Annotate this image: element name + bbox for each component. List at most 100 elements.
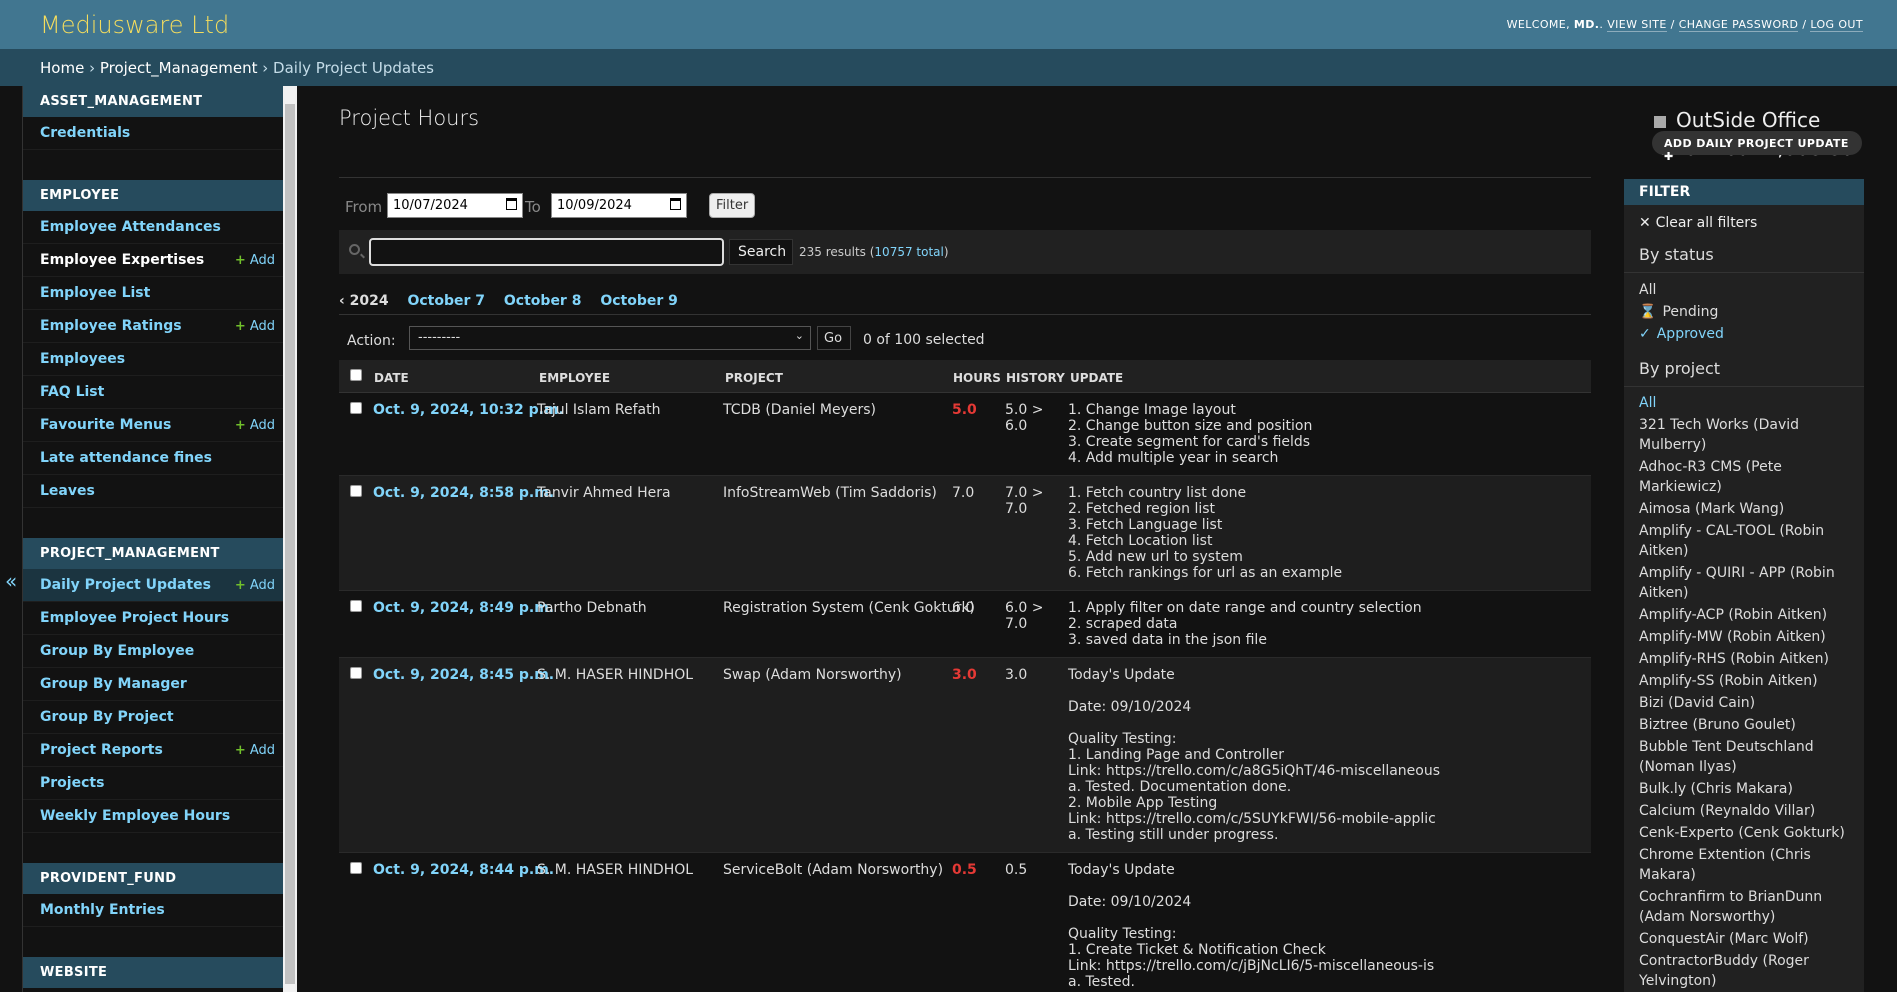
sidebar-item-label[interactable]: Group By Employee: [40, 643, 194, 659]
project-filter-item[interactable]: Chrome Extention (Chris Makara): [1639, 845, 1849, 885]
project-filter-item[interactable]: Aimosa (Mark Wang): [1639, 499, 1849, 519]
select-all-checkbox[interactable]: [350, 369, 362, 381]
go-button[interactable]: Go: [817, 326, 851, 350]
date-hierarchy-day[interactable]: October 8: [504, 293, 582, 309]
sidebar-item-label[interactable]: Employees: [40, 351, 125, 367]
view-site-link[interactable]: VIEW SITE: [1607, 18, 1667, 32]
project-filter-item[interactable]: Adhoc-R3 CMS (Pete Markiewicz): [1639, 457, 1849, 497]
outside-office-checkbox[interactable]: [1654, 115, 1666, 128]
sidebar-item-label[interactable]: Daily Project Updates: [40, 577, 211, 593]
sidebar-item-leaves[interactable]: Leaves: [23, 475, 283, 508]
row-date-link[interactable]: Oct. 9, 2024, 8:58 p.m.: [373, 485, 554, 501]
outside-office-toggle[interactable]: OutSide Office: [1654, 108, 1820, 132]
nav-module-caption[interactable]: ASSET_MANAGEMENT: [23, 86, 283, 117]
column-header-date[interactable]: DATE: [374, 371, 409, 385]
project-filter-item[interactable]: Bizi (David Cain): [1639, 693, 1849, 713]
date-hierarchy-day[interactable]: October 9: [600, 293, 678, 309]
sidebar-item-label[interactable]: Employee Expertises: [40, 252, 204, 268]
search-button[interactable]: Search: [729, 239, 793, 265]
sidebar-item-monthly-entries[interactable]: Monthly Entries: [23, 894, 283, 927]
sidebar-item-label[interactable]: Employee Attendances: [40, 219, 221, 235]
calendar-icon[interactable]: [506, 198, 517, 210]
sidebar-scrollbar[interactable]: [283, 86, 297, 992]
breadcrumb-app[interactable]: Project_Management: [100, 59, 258, 77]
sidebar-item-label[interactable]: Employee List: [40, 285, 150, 301]
log-out-link[interactable]: LOG OUT: [1810, 18, 1863, 32]
nav-sidebar-toggle[interactable]: «: [0, 86, 23, 992]
project-filter-item[interactable]: ConquestAir (Marc Wolf): [1639, 929, 1849, 949]
project-filter-item[interactable]: Amplify-RHS (Robin Aitken): [1639, 649, 1849, 669]
sidebar-item-employee-ratings[interactable]: Employee Ratings Add: [23, 310, 283, 343]
nav-module-caption[interactable]: PROVIDENT_FUND: [23, 863, 283, 894]
project-filter-item[interactable]: Bubble Tent Deutschland (Noman Ilyas): [1639, 737, 1849, 777]
total-count-link[interactable]: 10757 total: [874, 245, 943, 259]
nav-module-caption[interactable]: EMPLOYEE: [23, 180, 283, 211]
project-filter-item[interactable]: Cochranfirm to BrianDunn (Adam Norsworth…: [1639, 887, 1849, 927]
from-date-input[interactable]: 10/07/2024: [387, 193, 523, 218]
project-filter-item[interactable]: ContractorBuddy (Roger Yelvington): [1639, 951, 1849, 991]
sidebar-item-employee-attendances[interactable]: Employee Attendances: [23, 211, 283, 244]
sidebar-item-label[interactable]: Projects: [40, 775, 104, 791]
add-link[interactable]: Add: [235, 578, 275, 593]
row-checkbox[interactable]: [350, 862, 362, 874]
row-date-link[interactable]: Oct. 9, 2024, 8:45 p.m.: [373, 667, 554, 683]
sidebar-item-employees[interactable]: Employees: [23, 343, 283, 376]
sidebar-item-project-reports[interactable]: Project Reports Add: [23, 734, 283, 767]
project-filter-item[interactable]: Amplify - QUIRI - APP (Robin Aitken): [1639, 563, 1849, 603]
sidebar-item-group-by-employee[interactable]: Group By Employee: [23, 635, 283, 668]
add-link[interactable]: Add: [235, 743, 275, 758]
status-filter-approved[interactable]: ✓ Approved: [1639, 323, 1849, 345]
sidebar-item-label[interactable]: Leaves: [40, 483, 95, 499]
project-filter-item[interactable]: Amplify-MW (Robin Aitken): [1639, 627, 1849, 647]
row-date-link[interactable]: Oct. 9, 2024, 8:49 p.m.: [373, 600, 554, 616]
project-filter-item[interactable]: Bulk.ly (Chris Makara): [1639, 779, 1849, 799]
sidebar-item-weekly-employee-hours[interactable]: Weekly Employee Hours: [23, 800, 283, 833]
column-header-update[interactable]: UPDATE: [1070, 371, 1123, 385]
sidebar-item-label[interactable]: Monthly Entries: [40, 902, 165, 918]
sidebar-item-label[interactable]: Employee Ratings: [40, 318, 182, 334]
project-filter-item[interactable]: All: [1639, 393, 1849, 413]
add-daily-project-update-button[interactable]: ADD DAILY PROJECT UPDATE: [1652, 131, 1862, 155]
sidebar-item-employee-expertises[interactable]: Employee Expertises Add: [23, 244, 283, 277]
row-checkbox[interactable]: [350, 667, 362, 679]
column-header-hours[interactable]: HOURS: [953, 371, 1001, 385]
project-filter-item[interactable]: 321 Tech Works (David Mulberry): [1639, 415, 1849, 455]
filter-button[interactable]: Filter: [709, 193, 755, 218]
sidebar-item-group-by-project[interactable]: Group By Project: [23, 701, 283, 734]
add-link[interactable]: Add: [235, 319, 275, 334]
change-password-link[interactable]: CHANGE PASSWORD: [1678, 18, 1799, 32]
calendar-icon[interactable]: [670, 198, 681, 210]
project-filter-item[interactable]: Cenk-Experto (Cenk Gokturk): [1639, 823, 1849, 843]
sidebar-item-label[interactable]: Late attendance fines: [40, 450, 212, 466]
sidebar-item-label[interactable]: Group By Project: [40, 709, 174, 725]
sidebar-item-label[interactable]: Employee Project Hours: [40, 610, 229, 626]
sidebar-item-credentials[interactable]: Credentials: [23, 117, 283, 150]
add-link[interactable]: Add: [235, 418, 275, 433]
project-filter-item[interactable]: Calcium (Reynaldo Villar): [1639, 801, 1849, 821]
project-filter-item[interactable]: Biztree (Bruno Goulet): [1639, 715, 1849, 735]
sidebar-item-label[interactable]: Credentials: [40, 125, 130, 141]
column-header-employee[interactable]: EMPLOYEE: [539, 371, 610, 385]
collapse-sidebar-icon[interactable]: «: [5, 569, 17, 593]
sidebar-item-employee-list[interactable]: Employee List: [23, 277, 283, 310]
clear-all-filters-link[interactable]: Clear all filters: [1639, 205, 1849, 231]
project-filter-item[interactable]: Amplify-SS (Robin Aitken): [1639, 671, 1849, 691]
row-checkbox[interactable]: [350, 600, 362, 612]
site-brand[interactable]: Mediusware Ltd: [40, 11, 229, 39]
sidebar-item-label[interactable]: Project Reports: [40, 742, 163, 758]
row-checkbox[interactable]: [350, 402, 362, 414]
date-hierarchy-day[interactable]: October 7: [407, 293, 485, 309]
date-hierarchy-back[interactable]: ‹ 2024: [339, 293, 389, 309]
sidebar-item-favourite-menus[interactable]: Favourite Menus Add: [23, 409, 283, 442]
column-header-project[interactable]: PROJECT: [725, 371, 783, 385]
sidebar-item-daily-project-updates[interactable]: Daily Project Updates Add: [23, 569, 283, 602]
to-date-input[interactable]: 10/09/2024: [551, 193, 687, 218]
status-filter-pending[interactable]: ⌛ Pending: [1639, 301, 1849, 323]
nav-module-caption[interactable]: PROJECT_MANAGEMENT: [23, 538, 283, 569]
project-filter-item[interactable]: Amplify - CAL-TOOL (Robin Aitken): [1639, 521, 1849, 561]
column-header-history[interactable]: HISTORY: [1006, 371, 1065, 385]
sidebar-item-employee-project-hours[interactable]: Employee Project Hours: [23, 602, 283, 635]
sidebar-item-label[interactable]: Group By Manager: [40, 676, 187, 692]
action-select[interactable]: --------- ⌄: [409, 326, 811, 350]
sidebar-item-label[interactable]: Weekly Employee Hours: [40, 808, 230, 824]
